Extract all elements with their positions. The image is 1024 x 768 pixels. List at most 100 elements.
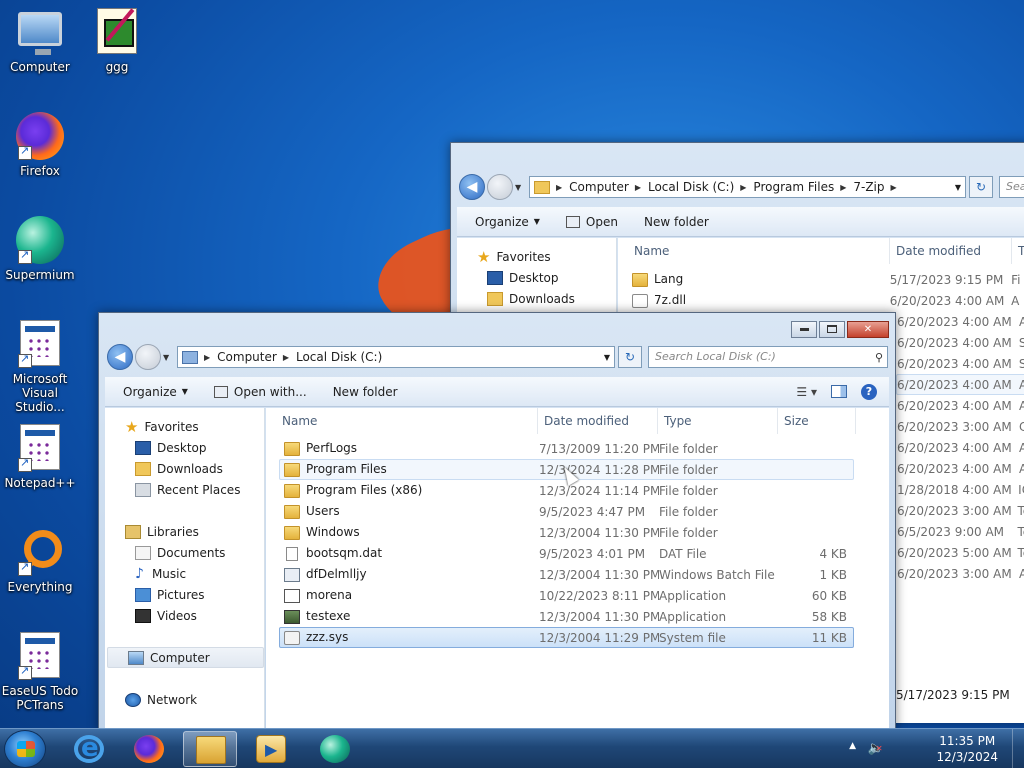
show-desktop-button[interactable] (1012, 729, 1024, 768)
address-field[interactable]: ▶ Computer ▶ Local Disk (C:) ▶ Program F… (529, 176, 966, 198)
nav-downloads[interactable]: Downloads (477, 288, 616, 309)
breadcrumb-local-disk[interactable]: Local Disk (C:) (648, 180, 734, 194)
refresh-icon[interactable]: ↻ (969, 176, 993, 198)
search-input[interactable]: Sea (999, 176, 1024, 198)
show-hidden-icons-button[interactable]: ▲ (849, 741, 856, 751)
shortcut-arrow-icon (18, 456, 32, 472)
nav-libraries[interactable]: Libraries (105, 521, 264, 542)
help-icon[interactable]: ? (861, 383, 877, 400)
desktop-icon-computer[interactable]: Computer (0, 8, 80, 74)
breadcrumb-program-files[interactable]: Program Files (753, 180, 834, 194)
nav-videos[interactable]: Videos (105, 605, 264, 626)
taskbar-supermium[interactable] (308, 731, 362, 767)
history-dropdown[interactable]: ▼ (515, 183, 525, 192)
list-item[interactable]: dfDelmlljy 12/3/2004 11:30 PM Windows Ba… (279, 564, 854, 585)
column-date-modified[interactable]: Date modified (538, 408, 658, 434)
nav-desktop[interactable]: Desktop (477, 267, 616, 288)
list-item[interactable]: 6/20/2023 4:00 AMSI (896, 332, 1024, 353)
nav-downloads[interactable]: Downloads (105, 458, 264, 479)
taskbar-internet-explorer[interactable] (62, 731, 116, 767)
breadcrumb-local-disk[interactable]: Local Disk (C:) (296, 350, 382, 364)
history-dropdown[interactable]: ▼ (163, 353, 173, 362)
list-item[interactable]: 6/20/2023 3:00 AM A (896, 563, 1024, 584)
forward-button[interactable] (135, 344, 161, 370)
maximize-button[interactable] (819, 321, 845, 338)
list-item[interactable]: Lang 5/17/2023 9:15 PM Fi (631, 269, 1024, 290)
column-name[interactable]: Name (618, 238, 890, 264)
breadcrumb-7zip[interactable]: 7-Zip (853, 180, 884, 194)
list-item[interactable]: Users 9/5/2023 4:47 PM File folder (279, 501, 854, 522)
nav-computer[interactable]: Computer (107, 647, 264, 668)
nav-network[interactable]: Network (105, 689, 264, 710)
desktop-icon-visual-studio[interactable]: Microsoft Visual Studio... (0, 320, 80, 414)
view-options-icon[interactable]: ☰ ▾ (796, 385, 817, 399)
back-button[interactable]: ◀ (459, 174, 485, 200)
list-item[interactable]: 6/20/2023 4:00 AM A (896, 437, 1024, 458)
open-icon (565, 215, 580, 228)
column-type[interactable]: Ty (1012, 238, 1024, 264)
list-item[interactable]: 6/20/2023 3:00 AM C (896, 416, 1024, 437)
new-folder-button[interactable]: New folder (644, 215, 709, 229)
system-tray: ▲ 🔈 11:35 PM 12/3/2024 (824, 729, 1024, 768)
list-item[interactable]: 6/20/2023 4:00 AMSI (896, 353, 1024, 374)
open-button[interactable]: Open (565, 215, 618, 229)
list-item[interactable]: morena 10/22/2023 8:11 PM Application 60… (279, 585, 854, 606)
nav-recent-places[interactable]: Recent Places (105, 479, 264, 500)
nav-music[interactable]: ♪ Music (105, 563, 264, 584)
taskbar-windows-explorer[interactable] (183, 731, 237, 767)
address-dropdown-icon[interactable]: ▼ (604, 353, 610, 362)
column-size[interactable]: Size (778, 408, 856, 434)
list-item[interactable]: Windows 12/3/2004 11:30 PM File folder (279, 522, 854, 543)
close-button[interactable]: ✕ (847, 321, 889, 338)
volume-muted-icon[interactable]: 🔈 (868, 741, 884, 756)
list-item-selected[interactable]: zzz.sys 12/3/2004 11:29 PM System file 1… (279, 627, 854, 648)
address-field[interactable]: ▶ Computer ▶ Local Disk (C:) ▼ (177, 346, 615, 368)
list-item[interactable]: 6/20/2023 4:00 AM A (896, 374, 1024, 395)
start-button[interactable] (4, 730, 46, 768)
desktop-icon-everything[interactable]: Everything (0, 528, 80, 594)
nav-favorites[interactable]: ★ Favorites (477, 246, 616, 267)
column-name[interactable]: Name (266, 408, 538, 434)
desktop-icon-notepadpp[interactable]: Notepad++ (0, 424, 80, 490)
taskbar-firefox[interactable] (122, 731, 176, 767)
desktop-icon-easeus[interactable]: EaseUS Todo PCTrans (0, 632, 80, 712)
desktop-icon-ggg[interactable]: ggg (77, 8, 157, 74)
column-type[interactable]: Type (658, 408, 778, 434)
new-folder-button[interactable]: New folder (333, 385, 398, 399)
clock[interactable]: 11:35 PM 12/3/2024 (936, 733, 998, 765)
nav-pictures[interactable]: Pictures (105, 584, 264, 605)
list-item[interactable]: 6/5/2023 9:00 AMTe (896, 521, 1024, 542)
nav-favorites[interactable]: ★ Favorites (105, 416, 264, 437)
list-item[interactable]: PerfLogs 7/13/2009 11:20 PM File folder (279, 438, 854, 459)
minimize-button[interactable] (791, 321, 817, 338)
preview-pane-icon[interactable] (831, 385, 847, 398)
list-item[interactable]: 7z.dll 6/20/2023 4:00 AM A (631, 290, 1024, 311)
forward-button[interactable] (487, 174, 513, 200)
back-button[interactable]: ◀ (107, 344, 133, 370)
list-item[interactable]: 6/20/2023 5:00 AMTe (896, 542, 1024, 563)
nav-desktop[interactable]: Desktop (105, 437, 264, 458)
organize-button[interactable]: Organize ▼ (475, 215, 540, 229)
breadcrumb-computer[interactable]: Computer (569, 180, 629, 194)
list-item[interactable]: 6/20/2023 4:00 AM A (896, 311, 1024, 332)
list-item[interactable]: testexe 12/3/2004 11:30 PM Application 5… (279, 606, 854, 627)
search-input[interactable]: Search Local Disk (C:) ⚲ (648, 346, 888, 368)
nav-documents[interactable]: Documents (105, 542, 264, 563)
column-date-modified[interactable]: Date modified (890, 238, 1012, 264)
explorer-window-local-disk[interactable]: ✕ ◀ ▼ ▶ Computer ▶ Local Disk (C:) ▼ ↻ S… (98, 312, 896, 732)
documents-icon (135, 545, 151, 560)
chevron-down-icon: ▼ (533, 217, 540, 226)
breadcrumb-computer[interactable]: Computer (217, 350, 277, 364)
list-item[interactable]: bootsqm.dat 9/5/2023 4:01 PM DAT File 4 … (279, 543, 854, 564)
open-with-button[interactable]: Open with... (213, 385, 307, 399)
organize-button[interactable]: Organize ▼ (123, 385, 188, 399)
list-item[interactable]: 1/28/2018 4:00 AMIC (896, 479, 1024, 500)
taskbar-media-player[interactable] (244, 731, 298, 767)
list-item[interactable]: 6/20/2023 4:00 AM A (896, 395, 1024, 416)
address-dropdown-icon[interactable]: ▼ (955, 183, 961, 192)
desktop-icon-supermium[interactable]: Supermium (0, 216, 80, 282)
refresh-icon[interactable]: ↻ (618, 346, 642, 368)
list-item[interactable]: 6/20/2023 3:00 AMTe (896, 500, 1024, 521)
list-item[interactable]: 6/20/2023 4:00 AM A (896, 458, 1024, 479)
desktop-icon-firefox[interactable]: Firefox (0, 112, 80, 178)
